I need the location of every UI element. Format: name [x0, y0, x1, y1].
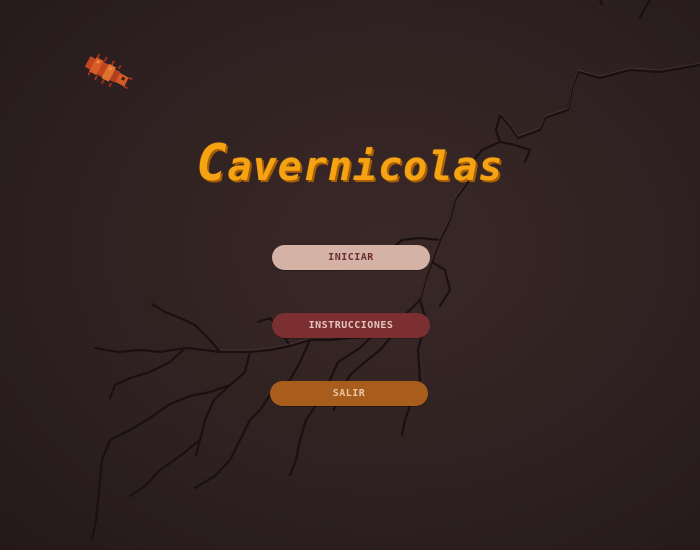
bug-icon	[84, 53, 133, 90]
instructions-button[interactable]: INSTRUCCIONES	[272, 313, 430, 338]
game-screen: Cavernicolas INICIAR INSTRUCCIONES SALIR	[0, 0, 700, 550]
exit-button[interactable]: SALIR	[270, 381, 428, 406]
game-title-rest: avernicolas	[227, 144, 504, 190]
start-button[interactable]: INICIAR	[272, 245, 430, 270]
game-title: Cavernicolas	[0, 138, 700, 192]
game-title-initial: C	[196, 134, 228, 192]
